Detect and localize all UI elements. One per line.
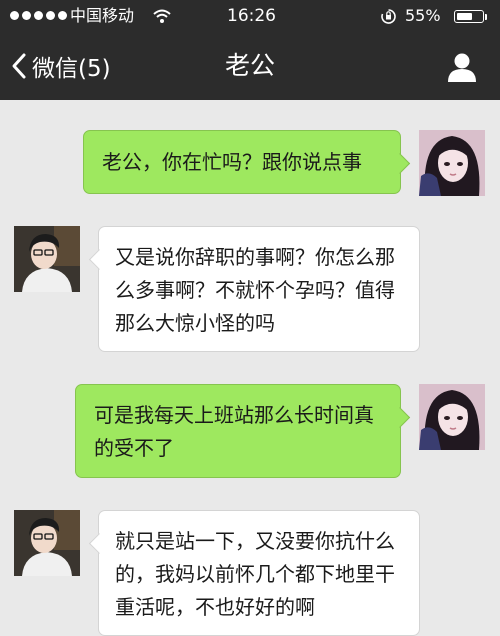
message-text: 可是我每天上班站那么长时间真的受不了 — [94, 403, 374, 460]
clock: 16:26 — [227, 6, 276, 26]
nav-bar: 微信(5) 老公 — [0, 32, 500, 100]
message-text: 就只是站一下，又没要你抗什么的，我妈以前怀几个都下地里干重活呢，不也好好的啊 — [115, 529, 395, 619]
chat-title: 老公 — [224, 51, 275, 80]
wifi-icon — [153, 9, 171, 23]
message-text: 老公，你在忙吗？跟你说点事 — [102, 150, 362, 174]
message-bubble-2[interactable]: 又是说你辞职的事啊？你怎么那么多事啊？不就怀个孕吗？值得那么大惊小怪的吗 — [88, 226, 420, 352]
user-profile-icon[interactable] — [446, 51, 478, 83]
bubble-tail — [88, 248, 111, 271]
signal-dots-icon — [10, 11, 67, 20]
message-bubble-3[interactable]: 可是我每天上班站那么长时间真的受不了 — [75, 384, 411, 478]
battery-tip — [485, 14, 487, 20]
my-avatar[interactable] — [419, 384, 485, 450]
battery-icon — [454, 10, 484, 23]
contact-avatar[interactable] — [14, 226, 80, 292]
message-text: 又是说你辞职的事啊？你怎么那么多事啊？不就怀个孕吗？值得那么大惊小怪的吗 — [115, 245, 395, 335]
bubble-tail — [388, 406, 411, 429]
my-avatar[interactable] — [419, 130, 485, 196]
status-bar: 中国移动 16:26 55% — [0, 0, 500, 32]
bubble-tail — [388, 152, 411, 175]
rotation-lock-icon — [381, 9, 396, 24]
message-bubble-4[interactable]: 就只是站一下，又没要你抗什么的，我妈以前怀几个都下地里干重活呢，不也好好的啊 — [88, 510, 420, 636]
battery-percent: 55% — [405, 6, 441, 25]
bubble-tail — [88, 532, 111, 555]
carrier-label: 中国移动 — [70, 6, 135, 25]
contact-avatar[interactable] — [14, 510, 80, 576]
message-bubble-1[interactable]: 老公，你在忙吗？跟你说点事 — [83, 130, 411, 194]
chat-area[interactable]: 老公，你在忙吗？跟你说点事 又是说你辞职的事啊？你怎么那么多事啊？不就怀个孕吗？… — [0, 100, 500, 636]
